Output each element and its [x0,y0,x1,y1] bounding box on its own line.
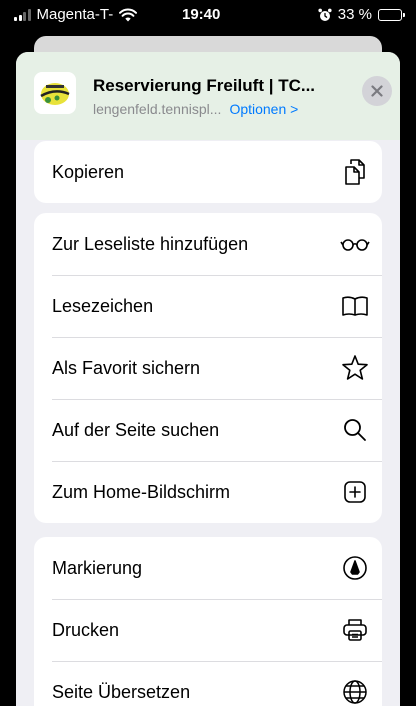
battery-icon [378,8,405,21]
glasses-icon [340,229,370,259]
actions-group-page: Zur Leseliste hinzufügen Lesezeichen Als… [34,213,382,523]
clock: 19:40 [182,6,221,23]
action-add-reading-list[interactable]: Zur Leseliste hinzufügen [34,213,382,275]
actions-group-tools: Markierung Drucken Seite Übersetzen [34,537,382,706]
markup-icon [340,553,370,583]
page-subtitle: lengenfeld.tennispl... Optionen > [93,101,298,117]
copy-icon [340,157,370,187]
action-label: Drucken [52,619,120,640]
plus-square-icon [340,477,370,507]
action-markup[interactable]: Markierung [34,537,382,599]
status-bar: Magenta-T- 19:40 33 % [0,0,416,34]
action-label: Zum Home-Bildschirm [52,481,231,502]
share-sheet: Reservierung Freiluft | TC... lengenfeld… [16,52,400,706]
options-link[interactable]: Optionen > [229,101,298,117]
action-translate[interactable]: Seite Übersetzen [34,661,382,706]
action-label: Markierung [52,557,143,578]
battery-info: 33 % [318,6,405,23]
book-icon [340,291,370,321]
action-label: Seite Übersetzen [52,681,191,702]
action-add-home-screen[interactable]: Zum Home-Bildschirm [34,461,382,523]
battery-percentage: 33 % [337,6,372,23]
page-domain: lengenfeld.tennispl... [93,101,222,117]
close-icon [371,85,383,97]
close-button[interactable] [362,76,392,106]
action-label: Zur Leseliste hinzufügen [52,233,249,254]
action-label: Kopieren [52,161,125,182]
action-find-on-page[interactable]: Auf der Seite suchen [34,399,382,461]
printer-icon [340,615,370,645]
wifi-icon [119,8,138,21]
page-title: Reservierung Freiluft | TC... [93,76,316,95]
search-icon [340,415,370,445]
action-bookmarks[interactable]: Lesezeichen [34,275,382,337]
action-label: Lesezeichen [52,295,154,316]
action-print[interactable]: Drucken [34,599,382,661]
share-sheet-header: Reservierung Freiluft | TC... lengenfeld… [16,52,400,140]
site-favicon [34,72,76,114]
carrier-info: Magenta-T- [14,6,138,23]
globe-icon [340,677,370,706]
action-label: Auf der Seite suchen [52,419,220,440]
star-icon [340,353,370,383]
action-add-favorite[interactable]: Als Favorit sichern [34,337,382,399]
signal-strength-icon [14,8,31,21]
action-label: Als Favorit sichern [52,357,201,378]
alarm-icon [318,8,332,21]
actions-group-copy: Kopieren [34,141,382,203]
carrier-name: Magenta-T- [36,6,114,23]
action-copy[interactable]: Kopieren [34,141,382,203]
